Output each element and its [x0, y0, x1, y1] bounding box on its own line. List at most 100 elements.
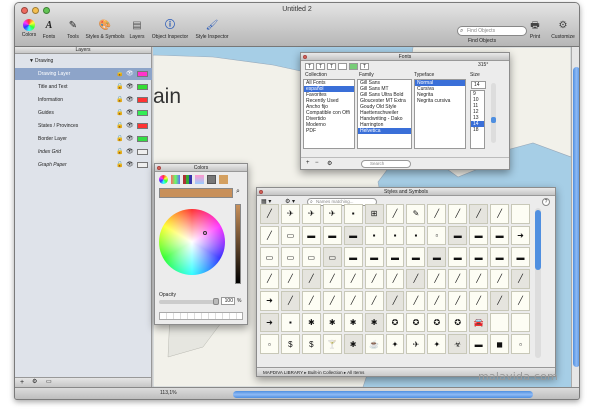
- style-swatch[interactable]: ➜: [260, 312, 279, 333]
- style-swatch[interactable]: ▪: [364, 225, 384, 246]
- style-swatch[interactable]: ✪: [448, 312, 468, 333]
- size-list[interactable]: 9 10 11 12 13 14 18: [470, 90, 485, 149]
- layer-group-drawing[interactable]: ▼ Drawing: [15, 55, 152, 67]
- style-swatch[interactable]: ╱: [490, 269, 510, 289]
- eye-icon[interactable]: 👁: [126, 146, 134, 158]
- size-slider[interactable]: [491, 83, 496, 143]
- toolbar-styles-button[interactable]: 🎨 Styles & Symbols: [86, 19, 125, 40]
- pencils-icon[interactable]: [219, 175, 228, 184]
- style-swatch[interactable]: ▬: [406, 247, 426, 268]
- toolbar-customize-button[interactable]: ⚙ Customize: [548, 19, 578, 40]
- style-swatch[interactable]: ✪: [385, 312, 405, 333]
- shadow-button[interactable]: T: [360, 63, 369, 70]
- crayons-icon[interactable]: [207, 175, 216, 184]
- style-swatch[interactable]: ▬: [490, 225, 510, 246]
- lock-icon[interactable]: 🔒: [116, 159, 123, 171]
- style-swatch[interactable]: ▪: [280, 312, 300, 333]
- text-color-button[interactable]: T: [305, 63, 314, 70]
- magnifier-icon[interactable]: ⌕: [236, 188, 240, 196]
- toolbar-fonts-button[interactable]: A Fonts: [37, 19, 61, 40]
- style-swatch[interactable]: ╱: [448, 269, 468, 289]
- lock-icon[interactable]: 🔒: [116, 120, 123, 132]
- layer-row[interactable]: Guides 🔒 👁: [15, 107, 152, 119]
- layer-color-swatch[interactable]: [137, 149, 148, 155]
- find-objects-search[interactable]: ⌕ Find Objects: [457, 26, 527, 36]
- style-swatch[interactable]: ╱: [301, 290, 321, 311]
- style-swatch[interactable]: ╱: [280, 269, 300, 289]
- style-swatch[interactable]: ╱: [364, 269, 384, 289]
- collection-name[interactable]: Built-in Collection: [308, 370, 343, 375]
- style-swatch[interactable]: ▬: [448, 247, 468, 268]
- text-color-swatch[interactable]: [338, 63, 347, 70]
- doc-color-swatch[interactable]: [349, 63, 358, 70]
- close-icon[interactable]: [303, 55, 307, 59]
- color-wheel-icon[interactable]: [159, 175, 168, 184]
- size-slider-knob[interactable]: [491, 117, 496, 123]
- style-swatch[interactable]: ▬: [427, 247, 447, 268]
- style-swatch[interactable]: ╱: [469, 269, 489, 289]
- brightness-slider[interactable]: [235, 204, 241, 284]
- layer-row[interactable]: States / Provinces 🔒 👁: [15, 120, 152, 132]
- style-swatch[interactable]: ╱: [385, 290, 405, 311]
- style-swatch[interactable]: ➜: [511, 225, 530, 246]
- layer-row[interactable]: Graph Paper 🔒 👁: [15, 159, 152, 171]
- lock-icon[interactable]: 🔒: [116, 107, 123, 119]
- opacity-slider[interactable]: [159, 298, 219, 305]
- color-wheel[interactable]: [159, 209, 225, 275]
- styles-scrollbar[interactable]: [535, 208, 541, 358]
- style-swatch[interactable]: ╱: [322, 269, 342, 289]
- lock-icon[interactable]: 🔒: [116, 133, 123, 145]
- style-swatch[interactable]: ▫: [511, 334, 530, 354]
- list-item[interactable]: PDF: [304, 128, 354, 134]
- style-swatch[interactable]: ▭: [280, 247, 300, 268]
- style-swatch[interactable]: ✦: [427, 334, 447, 354]
- underline-button[interactable]: T: [316, 63, 325, 70]
- style-swatch[interactable]: ▬: [385, 247, 405, 268]
- style-swatch[interactable]: ▬: [322, 225, 342, 246]
- library-name[interactable]: MAPDIVA LIBRARY: [263, 370, 303, 375]
- style-swatch[interactable]: ☕: [364, 334, 384, 354]
- vertical-scroll-thumb[interactable]: [573, 67, 579, 367]
- image-palette-icon[interactable]: [195, 175, 204, 184]
- lock-icon[interactable]: 🔒: [116, 68, 123, 80]
- style-swatch[interactable]: ✱: [301, 312, 321, 333]
- style-swatch[interactable]: ▬: [343, 225, 363, 246]
- eye-icon[interactable]: 👁: [126, 133, 134, 145]
- lock-icon[interactable]: 🔒: [116, 81, 123, 93]
- style-swatch[interactable]: ▬: [469, 225, 489, 246]
- style-swatch[interactable]: ╱: [343, 290, 363, 311]
- style-swatch[interactable]: ╱: [427, 204, 447, 224]
- remove-collection-button[interactable]: −: [315, 160, 319, 166]
- layer-row[interactable]: Index Grid 🔒 👁: [15, 146, 152, 158]
- sliders-icon[interactable]: [171, 175, 180, 184]
- toolbar-layers-button[interactable]: ▤ Layers: [125, 19, 149, 40]
- style-swatch[interactable]: ▬: [469, 334, 489, 354]
- style-swatch[interactable]: ╱: [406, 290, 426, 311]
- style-swatch[interactable]: ╱: [260, 225, 279, 246]
- eye-icon[interactable]: 👁: [126, 120, 134, 132]
- style-swatch[interactable]: 🚘: [469, 312, 489, 333]
- layer-color-swatch[interactable]: [137, 162, 148, 168]
- color-swatches[interactable]: [159, 312, 243, 320]
- style-swatch[interactable]: ✱: [343, 312, 363, 333]
- style-swatch[interactable]: ╱: [469, 290, 489, 311]
- style-swatch[interactable]: ✈: [406, 334, 426, 354]
- vertical-scrollbar[interactable]: [571, 47, 579, 387]
- style-swatch[interactable]: ▬: [469, 247, 489, 268]
- style-swatch[interactable]: ✦: [385, 334, 405, 354]
- style-swatch[interactable]: ╱: [406, 269, 426, 289]
- typeface-list[interactable]: Normal Cursiva Negrita Negrita cursiva: [414, 79, 466, 149]
- layer-color-swatch[interactable]: [137, 110, 148, 116]
- layer-color-swatch[interactable]: [137, 71, 148, 77]
- style-swatch[interactable]: ✱: [343, 334, 363, 354]
- toolbar-print-button[interactable]: 🖶 Print: [523, 19, 547, 40]
- style-swatch[interactable]: ╱: [260, 269, 279, 289]
- disclosure-triangle-icon[interactable]: ▼: [29, 55, 34, 67]
- eye-icon[interactable]: 👁: [126, 94, 134, 106]
- style-swatch[interactable]: ╱: [260, 204, 279, 224]
- opacity-field[interactable]: 100: [221, 297, 235, 305]
- palettes-icon[interactable]: [183, 175, 192, 184]
- style-swatch[interactable]: [511, 204, 530, 224]
- style-swatch[interactable]: ✈: [301, 204, 321, 224]
- style-swatch[interactable]: ╱: [385, 204, 405, 224]
